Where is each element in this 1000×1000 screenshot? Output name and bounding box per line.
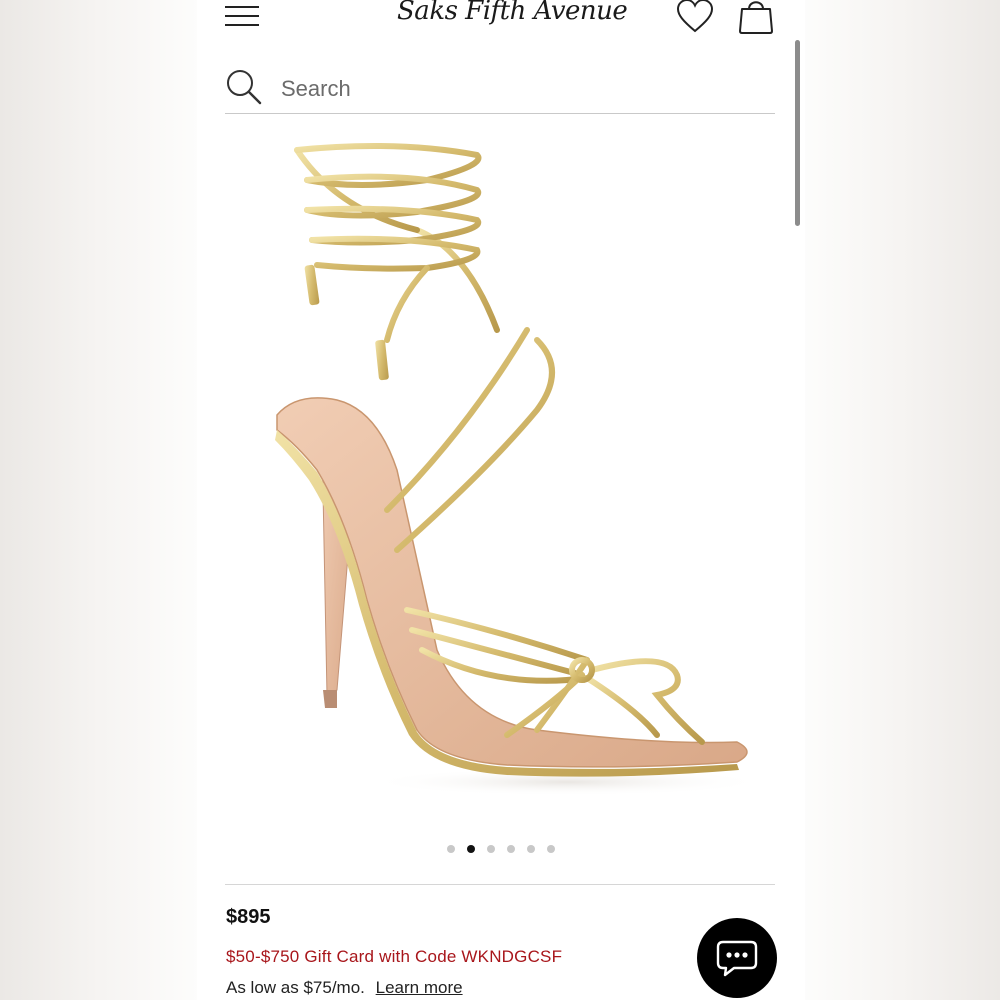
search-icon[interactable] (225, 68, 263, 106)
heart-icon[interactable] (675, 0, 715, 34)
hamburger-menu-icon[interactable] (225, 2, 261, 28)
financing-text: As low as $75/mo. (226, 978, 365, 997)
chat-button[interactable] (697, 918, 777, 998)
site-header: Saks Fifth Avenue (197, 0, 805, 50)
saks-logo[interactable]: Saks Fifth Avenue (397, 0, 628, 36)
page-scrollbar[interactable] (795, 40, 800, 226)
learn-more-link[interactable]: Learn more (376, 978, 463, 997)
promo-text: $50-$750 Gift Card with Code WKNDGCSF (226, 947, 563, 966)
carousel-dot[interactable] (447, 845, 455, 853)
shopping-bag-icon[interactable] (735, 0, 777, 36)
carousel-dot[interactable] (507, 845, 515, 853)
search-bar (225, 64, 775, 114)
product-page: Saks Fifth Avenue Search $895 $50-$750 G… (197, 0, 805, 1000)
carousel-dot-active[interactable] (467, 845, 475, 853)
carousel-dot[interactable] (547, 845, 555, 853)
financing-info: As low as $75/mo. Learn more (226, 978, 463, 998)
section-divider (225, 884, 775, 885)
carousel-dot[interactable] (487, 845, 495, 853)
image-carousel-dots (197, 845, 805, 857)
gold-lace-up-sandal-image[interactable] (237, 130, 777, 810)
search-input[interactable] (281, 72, 761, 106)
chat-bubble-icon (716, 940, 758, 977)
product-price: $895 (226, 906, 271, 928)
carousel-dot[interactable] (527, 845, 535, 853)
